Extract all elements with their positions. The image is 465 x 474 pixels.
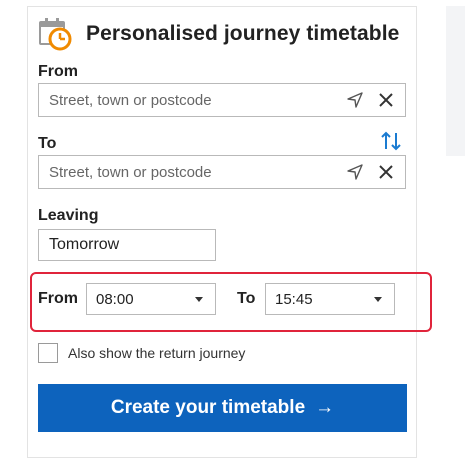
time-from-label: From (38, 290, 78, 307)
location-arrow-icon[interactable] (345, 162, 365, 182)
caret-down-icon (374, 296, 382, 302)
return-journey-checkbox[interactable] (38, 343, 58, 363)
time-from-value: 08:00 (96, 290, 134, 308)
location-arrow-icon[interactable] (345, 90, 365, 110)
to-label: To (38, 135, 57, 152)
to-input[interactable] (39, 156, 345, 188)
calendar-clock-icon (39, 18, 72, 51)
create-timetable-label: Create your timetable (110, 397, 306, 418)
time-from-select[interactable]: 08:00 (86, 283, 216, 315)
create-timetable-button[interactable]: Create your timetable → (38, 384, 407, 432)
from-input[interactable] (39, 84, 345, 116)
close-icon[interactable] (377, 163, 395, 181)
close-icon[interactable] (377, 91, 395, 109)
journey-timetable-panel: Personalised journey timetable From To L… (27, 6, 432, 458)
panel-title: Personalised journey timetable (86, 22, 400, 45)
caret-down-icon (195, 296, 203, 302)
leaving-label: Leaving (38, 207, 99, 224)
arrow-right-icon: → (315, 397, 335, 418)
swap-arrows-icon[interactable] (379, 129, 403, 153)
to-field (38, 155, 406, 189)
leaving-date-input[interactable] (39, 230, 256, 260)
from-label: From (38, 63, 78, 80)
time-to-select[interactable]: 15:45 (265, 283, 395, 315)
leaving-date-field (38, 229, 256, 261)
side-panel-edge (446, 6, 465, 156)
return-journey-label[interactable]: Also show the return journey (68, 345, 245, 361)
time-to-label: To (237, 290, 256, 307)
time-to-value: 15:45 (275, 290, 313, 308)
from-field (38, 83, 406, 117)
